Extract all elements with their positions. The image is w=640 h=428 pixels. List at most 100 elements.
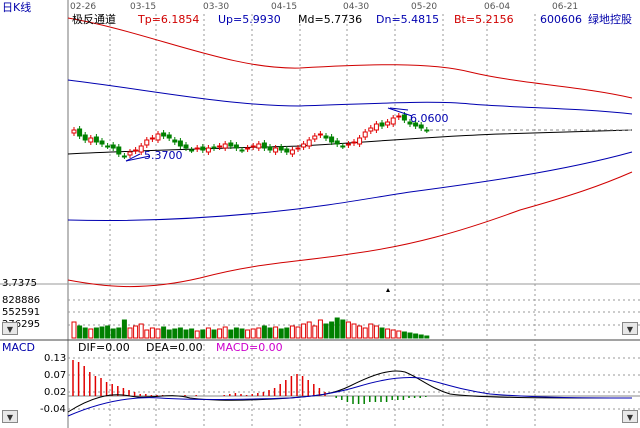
candle-body xyxy=(88,137,94,143)
candle-body xyxy=(345,143,351,146)
volume-bar xyxy=(205,327,211,339)
volume-bar xyxy=(121,319,127,339)
volume-bar xyxy=(194,330,200,339)
volume-bar xyxy=(245,329,251,339)
volume-bar xyxy=(93,327,99,339)
candle-body xyxy=(396,115,402,118)
volume-peak-marker xyxy=(386,288,390,292)
volume-bar xyxy=(323,323,329,339)
candle-body xyxy=(155,133,161,141)
period-label[interactable]: 日K线 xyxy=(2,2,31,14)
macd-axis-label: 0.02 xyxy=(44,387,67,398)
volume-bar xyxy=(407,332,413,339)
macd-axis-label: -0.04 xyxy=(40,404,66,415)
volume-bar xyxy=(228,329,234,339)
candle-body xyxy=(267,146,273,151)
candle-body xyxy=(284,148,290,153)
volume-bar xyxy=(166,329,172,339)
candle-body xyxy=(144,139,150,146)
candle-body xyxy=(222,143,228,149)
volume-bar xyxy=(390,329,396,339)
candle-body xyxy=(233,144,239,149)
candle-body xyxy=(289,149,295,155)
volume-bar xyxy=(217,328,223,339)
candle-body xyxy=(77,128,83,137)
collapse-volume-button-right[interactable]: ▼ xyxy=(622,322,638,335)
volume-bar xyxy=(222,326,228,339)
date-label: 04-15 xyxy=(271,2,298,12)
candle-body xyxy=(385,121,391,126)
candle-body xyxy=(379,122,385,127)
candle-body xyxy=(351,141,357,144)
volume-bar xyxy=(295,326,301,339)
volume-bar xyxy=(127,327,133,339)
candle-body xyxy=(424,129,430,132)
candle-body xyxy=(121,155,127,158)
md-value: Md=5.7736 xyxy=(298,13,363,26)
candle-body xyxy=(362,131,368,138)
candle-body xyxy=(127,151,133,156)
volume-bar xyxy=(256,327,262,339)
candle-body xyxy=(161,132,167,137)
dif-value: DIF=0.00 xyxy=(78,341,130,354)
volume-bar xyxy=(424,335,430,339)
candle-body xyxy=(329,136,335,143)
candle-body xyxy=(373,123,379,131)
volume-bar xyxy=(379,327,385,339)
candle-body xyxy=(217,145,223,148)
volume-bar xyxy=(211,329,217,339)
volume-bar xyxy=(82,327,88,339)
volume-bar xyxy=(284,327,290,339)
date-label: 02-26 xyxy=(70,2,97,12)
bt-value: Bt=5.2156 xyxy=(454,13,514,26)
candle-body xyxy=(172,139,178,143)
candle-body xyxy=(323,135,329,139)
date-label: 06-04 xyxy=(484,2,511,12)
volume-bar xyxy=(149,327,155,339)
candle-body xyxy=(116,146,122,155)
volume-bar xyxy=(351,323,357,339)
triangle-down-icon: ▼ xyxy=(626,413,634,422)
volume-bar xyxy=(183,329,189,339)
candle-body xyxy=(340,145,346,148)
macd-axis-label: 0.13 xyxy=(44,353,67,364)
candle-body xyxy=(149,137,155,140)
volume-bar xyxy=(418,334,424,339)
volume-axis-label: 828886 xyxy=(2,295,41,306)
candle-body xyxy=(82,134,88,141)
candle-body xyxy=(93,136,99,143)
candle-body xyxy=(189,149,195,152)
collapse-volume-button-left[interactable]: ▼ xyxy=(2,322,18,335)
stock-code: 600606 xyxy=(540,13,582,26)
volume-bar xyxy=(144,329,150,339)
candle-body xyxy=(194,147,200,150)
triangle-down-icon: ▼ xyxy=(626,325,634,334)
date-label: 06-21 xyxy=(552,2,579,12)
collapse-macd-button-right[interactable]: ▼ xyxy=(622,410,638,423)
volume-bar xyxy=(373,325,379,339)
volume-bar xyxy=(200,329,206,339)
chart-canvas[interactable] xyxy=(0,0,640,428)
high-price-annotation: 6.0600 xyxy=(410,112,449,125)
volume-bar xyxy=(138,323,144,339)
dn-band-line xyxy=(67,151,633,222)
macd-value: MACD=0.00 xyxy=(216,341,283,354)
volume-bar xyxy=(88,328,94,339)
up-value: Up=5.9930 xyxy=(218,13,281,26)
volume-bar xyxy=(306,321,312,339)
candle-body xyxy=(71,129,77,134)
candle-body xyxy=(256,143,262,149)
volume-bar xyxy=(261,325,267,339)
stock-chart-window: 日K线 极反通道 Tp=6.1854 Up=5.9930 Md=5.7736 D… xyxy=(0,0,640,428)
collapse-macd-button-left[interactable]: ▼ xyxy=(2,410,18,423)
candle-body xyxy=(418,124,424,129)
candle-body xyxy=(295,147,301,150)
volume-bar xyxy=(345,321,351,339)
macd-title[interactable]: MACD xyxy=(2,342,35,354)
candle-body xyxy=(273,147,279,153)
triangle-down-icon: ▼ xyxy=(6,325,14,334)
candle-body xyxy=(183,144,189,149)
volume-series xyxy=(71,317,430,339)
triangle-down-icon: ▼ xyxy=(6,413,14,422)
candle-body xyxy=(110,144,116,149)
